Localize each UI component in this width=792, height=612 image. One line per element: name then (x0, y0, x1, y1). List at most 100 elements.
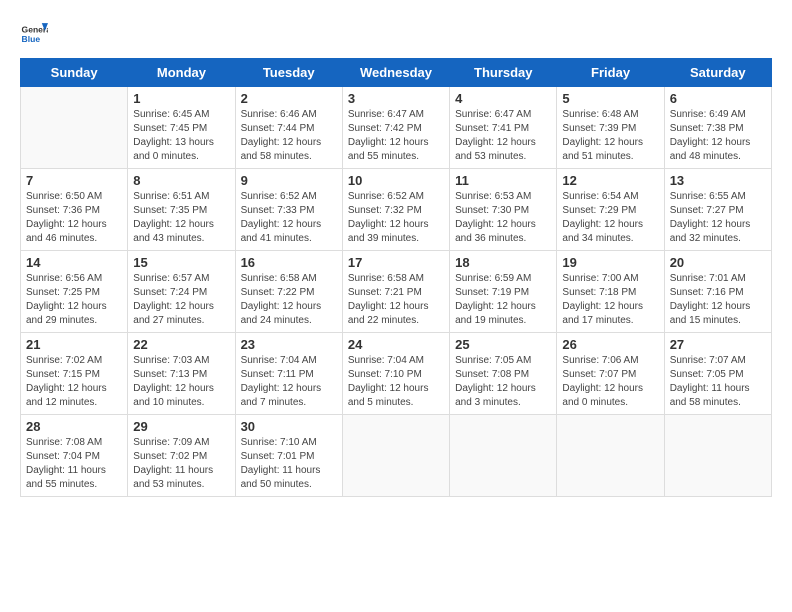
calendar-cell (664, 415, 771, 497)
day-header-tuesday: Tuesday (235, 59, 342, 87)
day-number: 19 (562, 255, 658, 270)
calendar-cell: 19 Sunrise: 7:00 AM Sunset: 7:18 PM Dayli… (557, 251, 664, 333)
day-info: Sunrise: 6:47 AM Sunset: 7:42 PM Dayligh… (348, 108, 444, 164)
day-number: 30 (241, 419, 337, 434)
day-info: Sunrise: 6:59 AM Sunset: 7:19 PM Dayligh… (455, 272, 551, 328)
calendar-cell: 12Sunrise: 6:54 AM Sunset: 7:29 PM Dayli… (557, 169, 664, 251)
day-number: 5 (562, 91, 658, 106)
day-info: Sunrise: 6:52 AM Sunset: 7:33 PM Dayligh… (241, 190, 337, 246)
day-info: Sunrise: 7:02 AM Sunset: 7:15 PM Dayligh… (26, 354, 122, 410)
day-info: Sunrise: 7:01 AM Sunset: 7:16 PM Dayligh… (670, 272, 766, 328)
calendar-cell: 5 Sunrise: 6:48 AM Sunset: 7:39 PM Daylig… (557, 87, 664, 169)
day-info: Sunrise: 7:10 AM Sunset: 7:01 PM Dayligh… (241, 436, 337, 492)
day-header-thursday: Thursday (450, 59, 557, 87)
calendar-cell (21, 87, 128, 169)
day-number: 11 (455, 173, 551, 188)
day-info: Sunrise: 7:06 AM Sunset: 7:07 PM Dayligh… (562, 354, 658, 410)
calendar-cell: 10 Sunrise: 6:52 AM Sunset: 7:32 PM Dayli… (342, 169, 449, 251)
day-info: Sunrise: 6:47 AM Sunset: 7:41 PM Dayligh… (455, 108, 551, 164)
logo-icon: General Blue (20, 20, 48, 48)
day-info: Sunrise: 6:46 AM Sunset: 7:44 PM Dayligh… (241, 108, 337, 164)
day-number: 17 (348, 255, 444, 270)
calendar-cell: 17Sunrise: 6:58 AM Sunset: 7:21 PM Dayli… (342, 251, 449, 333)
calendar-cell: 11Sunrise: 6:53 AM Sunset: 7:30 PM Dayli… (450, 169, 557, 251)
day-number: 28 (26, 419, 122, 434)
day-number: 20 (670, 255, 766, 270)
calendar-cell: 7 Sunrise: 6:50 AM Sunset: 7:36 PM Daylig… (21, 169, 128, 251)
day-info: Sunrise: 7:00 AM Sunset: 7:18 PM Dayligh… (562, 272, 658, 328)
svg-text:Blue: Blue (22, 34, 41, 44)
calendar-cell: 3 Sunrise: 6:47 AM Sunset: 7:42 PM Daylig… (342, 87, 449, 169)
day-number: 3 (348, 91, 444, 106)
day-info: Sunrise: 7:05 AM Sunset: 7:08 PM Dayligh… (455, 354, 551, 410)
day-number: 27 (670, 337, 766, 352)
day-number: 22 (133, 337, 229, 352)
day-header-wednesday: Wednesday (342, 59, 449, 87)
calendar-cell: 23Sunrise: 7:04 AM Sunset: 7:11 PM Dayli… (235, 333, 342, 415)
day-number: 18 (455, 255, 551, 270)
calendar-cell: 22 Sunrise: 7:03 AM Sunset: 7:13 PM Dayli… (128, 333, 235, 415)
day-header-monday: Monday (128, 59, 235, 87)
day-info: Sunrise: 6:54 AM Sunset: 7:29 PM Dayligh… (562, 190, 658, 246)
day-info: Sunrise: 7:07 AM Sunset: 7:05 PM Dayligh… (670, 354, 766, 410)
day-number: 21 (26, 337, 122, 352)
calendar-cell: 16Sunrise: 6:58 AM Sunset: 7:22 PM Dayli… (235, 251, 342, 333)
day-number: 6 (670, 91, 766, 106)
week-row-3: 21 Sunrise: 7:02 AM Sunset: 7:15 PM Dayli… (21, 333, 772, 415)
day-info: Sunrise: 6:50 AM Sunset: 7:36 PM Dayligh… (26, 190, 122, 246)
day-number: 2 (241, 91, 337, 106)
day-number: 9 (241, 173, 337, 188)
calendar-cell (450, 415, 557, 497)
calendar-cell: 30 Sunrise: 7:10 AM Sunset: 7:01 PM Dayli… (235, 415, 342, 497)
calendar-cell: 4 Sunrise: 6:47 AM Sunset: 7:41 PM Daylig… (450, 87, 557, 169)
calendar-cell: 18 Sunrise: 6:59 AM Sunset: 7:19 PM Dayli… (450, 251, 557, 333)
day-header-friday: Friday (557, 59, 664, 87)
calendar-cell: 15 Sunrise: 6:57 AM Sunset: 7:24 PM Dayli… (128, 251, 235, 333)
calendar-cell: 13Sunrise: 6:55 AM Sunset: 7:27 PM Dayli… (664, 169, 771, 251)
day-info: Sunrise: 6:52 AM Sunset: 7:32 PM Dayligh… (348, 190, 444, 246)
logo: General Blue (20, 20, 52, 48)
day-number: 7 (26, 173, 122, 188)
calendar-cell: 28 Sunrise: 7:08 AM Sunset: 7:04 PM Dayli… (21, 415, 128, 497)
day-info: Sunrise: 7:03 AM Sunset: 7:13 PM Dayligh… (133, 354, 229, 410)
day-number: 16 (241, 255, 337, 270)
day-info: Sunrise: 7:04 AM Sunset: 7:10 PM Dayligh… (348, 354, 444, 410)
week-row-2: 14 Sunrise: 6:56 AM Sunset: 7:25 PM Dayli… (21, 251, 772, 333)
calendar-cell: 6 Sunrise: 6:49 AM Sunset: 7:38 PM Daylig… (664, 87, 771, 169)
day-info: Sunrise: 6:56 AM Sunset: 7:25 PM Dayligh… (26, 272, 122, 328)
week-row-1: 7 Sunrise: 6:50 AM Sunset: 7:36 PM Daylig… (21, 169, 772, 251)
day-number: 14 (26, 255, 122, 270)
day-info: Sunrise: 6:49 AM Sunset: 7:38 PM Dayligh… (670, 108, 766, 164)
day-number: 23 (241, 337, 337, 352)
day-number: 8 (133, 173, 229, 188)
day-number: 13 (670, 173, 766, 188)
calendar-cell: 26 Sunrise: 7:06 AM Sunset: 7:07 PM Dayli… (557, 333, 664, 415)
calendar-cell: 8 Sunrise: 6:51 AM Sunset: 7:35 PM Daylig… (128, 169, 235, 251)
calendar-cell: 9 Sunrise: 6:52 AM Sunset: 7:33 PM Daylig… (235, 169, 342, 251)
calendar-cell (557, 415, 664, 497)
day-header-saturday: Saturday (664, 59, 771, 87)
week-row-0: 1 Sunrise: 6:45 AM Sunset: 7:45 PM Daylig… (21, 87, 772, 169)
day-header-sunday: Sunday (21, 59, 128, 87)
calendar-cell: 29Sunrise: 7:09 AM Sunset: 7:02 PM Dayli… (128, 415, 235, 497)
calendar-cell: 25Sunrise: 7:05 AM Sunset: 7:08 PM Dayli… (450, 333, 557, 415)
calendar: SundayMondayTuesdayWednesdayThursdayFrid… (20, 58, 772, 497)
calendar-cell (342, 415, 449, 497)
day-info: Sunrise: 6:48 AM Sunset: 7:39 PM Dayligh… (562, 108, 658, 164)
day-info: Sunrise: 6:45 AM Sunset: 7:45 PM Dayligh… (133, 108, 229, 164)
calendar-cell: 20 Sunrise: 7:01 AM Sunset: 7:16 PM Dayli… (664, 251, 771, 333)
day-number: 24 (348, 337, 444, 352)
day-info: Sunrise: 7:08 AM Sunset: 7:04 PM Dayligh… (26, 436, 122, 492)
calendar-cell: 2 Sunrise: 6:46 AM Sunset: 7:44 PM Daylig… (235, 87, 342, 169)
week-row-4: 28 Sunrise: 7:08 AM Sunset: 7:04 PM Dayli… (21, 415, 772, 497)
day-number: 10 (348, 173, 444, 188)
day-number: 26 (562, 337, 658, 352)
day-info: Sunrise: 6:57 AM Sunset: 7:24 PM Dayligh… (133, 272, 229, 328)
day-info: Sunrise: 6:51 AM Sunset: 7:35 PM Dayligh… (133, 190, 229, 246)
day-number: 15 (133, 255, 229, 270)
day-number: 1 (133, 91, 229, 106)
day-number: 29 (133, 419, 229, 434)
day-number: 4 (455, 91, 551, 106)
calendar-cell: 27 Sunrise: 7:07 AM Sunset: 7:05 PM Dayli… (664, 333, 771, 415)
calendar-cell: 24 Sunrise: 7:04 AM Sunset: 7:10 PM Dayli… (342, 333, 449, 415)
